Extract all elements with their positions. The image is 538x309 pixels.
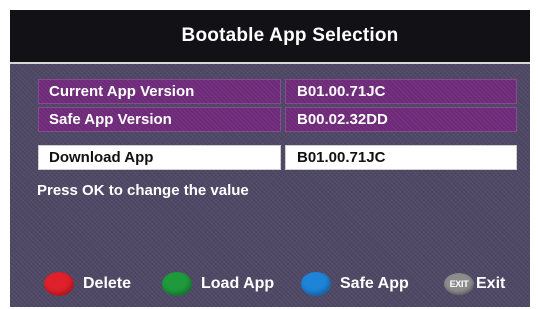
current-app-version-value: B01.00.71JC	[285, 79, 517, 104]
row-value: B01.00.71JC	[297, 149, 386, 166]
exit-key[interactable]: EXIT Exit	[444, 271, 505, 297]
delete-key[interactable]: Delete	[44, 271, 131, 297]
row-value: B00.02.32DD	[297, 111, 388, 128]
blue-button-icon	[301, 272, 331, 296]
row-label: Current App Version	[49, 83, 195, 100]
load-app-label: Load App	[201, 275, 275, 292]
download-app-value-selector[interactable]: B01.00.71JC	[285, 145, 517, 170]
safe-app-version-value: B00.02.32DD	[285, 107, 517, 132]
row-label: Safe App Version	[49, 111, 172, 128]
page-title: Bootable App Selection	[181, 25, 399, 46]
load-app-key[interactable]: Load App	[162, 271, 274, 297]
delete-label: Delete	[83, 275, 132, 292]
row-label: Download App	[49, 149, 154, 166]
red-button-icon	[44, 272, 74, 296]
green-button-icon	[162, 272, 192, 296]
title-bar: Bootable App Selection	[10, 10, 530, 64]
safe-app-version-label: Safe App Version	[38, 107, 281, 132]
safe-app-label: Safe App	[340, 275, 409, 292]
safe-app-key[interactable]: Safe App	[301, 271, 409, 297]
current-app-version-label: Current App Version	[38, 79, 281, 104]
exit-label: Exit	[476, 275, 506, 292]
bootable-app-screen: Bootable App Selection Current App Versi…	[10, 10, 530, 307]
hint-text: Press OK to change the value	[37, 182, 249, 199]
row-value: B01.00.71JC	[297, 83, 386, 100]
download-app-label[interactable]: Download App	[38, 145, 281, 170]
exit-button-icon: EXIT	[444, 273, 474, 295]
